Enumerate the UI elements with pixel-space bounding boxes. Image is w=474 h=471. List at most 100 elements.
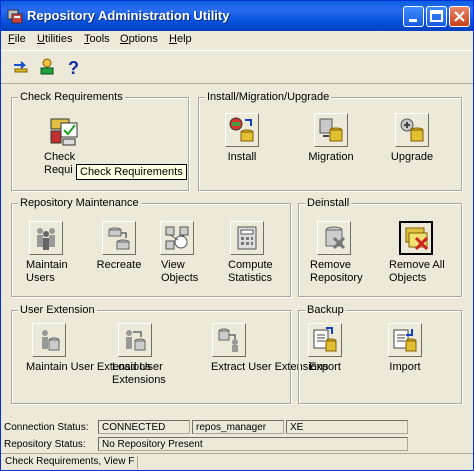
import-icon (393, 329, 417, 352)
maintain-user-extensions-label: Maintain User Extensions (26, 361, 151, 373)
menu-tools[interactable]: Tools (84, 33, 110, 45)
remove-all-objects-icon (405, 227, 429, 251)
group-check-label: Check Requirements (18, 91, 125, 103)
import-button[interactable]: Import (370, 323, 440, 374)
status-divider (137, 456, 138, 469)
app-icon (7, 9, 23, 24)
extract-user-extensions-icon-box (212, 323, 246, 357)
migration-label: Migration (308, 151, 354, 163)
menu-options[interactable]: Options (120, 33, 158, 45)
user-icon[interactable] (37, 57, 57, 77)
recreate-icon (108, 227, 130, 250)
import-icon-box (388, 323, 422, 357)
maintain-users-button[interactable]: Maintain Users (11, 221, 81, 285)
extract-user-extensions-icon (218, 328, 238, 352)
menu-file-rest: ile (14, 33, 26, 45)
group-backup: Backup Export Import (298, 304, 462, 404)
install-icon-box (225, 113, 259, 147)
remove-all-objects-button[interactable]: Remove All Objects (381, 221, 451, 285)
maximize-button[interactable] (426, 6, 447, 27)
compute-statistics-label: Compute Statistics (228, 259, 273, 284)
menu-tools-rest: ools (89, 33, 110, 45)
compute-statistics-button[interactable]: Compute Statistics (212, 221, 282, 285)
migration-button[interactable]: Migration (296, 113, 366, 164)
group-deinstall-label: Deinstall (305, 197, 352, 209)
menu-file[interactable]: File (8, 33, 26, 45)
view-objects-icon-box (160, 221, 194, 255)
title-bar[interactable]: Repository Administration Utility (1, 1, 473, 31)
upgrade-button[interactable]: Upgrade (377, 113, 447, 164)
maintain-user-extensions-icon-box (32, 323, 66, 357)
connection-status-label: Connection Status: (4, 422, 89, 433)
install-icon (229, 117, 254, 142)
upgrade-label: Upgrade (390, 151, 434, 163)
connect-icon[interactable] (11, 57, 31, 77)
load-user-extensions-icon (126, 330, 146, 351)
repository-status-value: No Repository Present (98, 437, 408, 451)
maintain-users-label: Maintain Users (26, 259, 68, 284)
menu-file-accel: F (8, 33, 15, 45)
menu-help[interactable]: Help (169, 33, 192, 45)
install-button[interactable]: Install (207, 113, 277, 164)
group-extension-label: User Extension (18, 304, 97, 316)
check-requirements-icon (50, 118, 78, 146)
app-window: Repository Administration Utility File U… (0, 0, 474, 471)
check-label-line2: Requi (44, 164, 73, 176)
remove-repository-label: Remove Repository (310, 259, 363, 284)
maintain-user-extensions-button[interactable]: Maintain User Extensions (14, 323, 151, 374)
menu-utilities[interactable]: Utilities (37, 33, 72, 45)
export-icon (313, 327, 337, 352)
menu-utilities-accel: U (37, 33, 45, 45)
tooltip: Check Requirements (76, 164, 187, 180)
export-label: Export (309, 361, 341, 373)
check-label-line1: Check (44, 151, 76, 163)
group-maintenance-label: Repository Maintenance (18, 197, 141, 209)
minimize-icon (409, 19, 417, 22)
help-icon[interactable]: ? (63, 57, 83, 77)
toolbar: ? (1, 50, 473, 84)
connection-db-value: XE (286, 420, 408, 434)
migration-icon-box (314, 113, 348, 147)
group-maintenance: Repository Maintenance Maintain Users Re… (11, 197, 291, 297)
repository-status-label: Repository Status: (4, 439, 86, 450)
window-title: Repository Administration Utility (27, 8, 230, 23)
compute-statistics-icon-box (230, 221, 264, 255)
status-message: Check Requirements, View F (5, 456, 135, 467)
export-button[interactable]: Export (290, 323, 360, 374)
menu-utilities-rest: tilities (44, 33, 73, 45)
close-button[interactable] (449, 6, 470, 27)
extract-user-extensions-label: Extract User Extensions (211, 361, 329, 373)
group-install: Install/Migration/Upgrade Install Migrat… (198, 91, 462, 191)
load-user-extensions-button[interactable]: Load User Extensions (100, 323, 170, 387)
remove-all-objects-icon-box (399, 221, 433, 255)
remove-repository-icon-box (317, 221, 351, 255)
migration-icon (319, 118, 343, 142)
import-label: Import (389, 361, 421, 373)
remove-repository-button[interactable]: Remove Repository (299, 221, 369, 285)
group-deinstall: Deinstall Remove Repository Remove All O… (298, 197, 462, 297)
maintain-users-icon-box (29, 221, 63, 255)
menu-help-rest: elp (176, 33, 192, 45)
menu-bar: File Utilities Tools Options Help (1, 31, 473, 49)
connection-user-value: repos_manager (192, 420, 284, 434)
menu-options-accel: O (120, 33, 129, 45)
group-backup-label: Backup (305, 304, 346, 316)
maintain-users-icon (37, 228, 55, 250)
remove-repository-icon (325, 226, 346, 250)
upgrade-icon (400, 118, 424, 142)
maximize-icon (430, 10, 443, 22)
menu-options-rest: ptions (128, 33, 158, 45)
install-label: Install (227, 151, 257, 163)
upgrade-icon-box (395, 113, 429, 147)
group-install-label: Install/Migration/Upgrade (205, 91, 332, 103)
extract-user-extensions-button[interactable]: Extract User Extensions (194, 323, 329, 374)
group-user-extension: User Extension Maintain User Extensions (11, 304, 329, 404)
minimize-button[interactable] (403, 6, 424, 27)
status-bar: Check Requirements, View F (1, 453, 473, 471)
view-objects-label: View Objects (161, 259, 199, 284)
repository-status-row: Repository Status: No Repository Present (4, 437, 470, 452)
view-objects-button[interactable]: View Objects (142, 221, 212, 285)
calculator-icon (237, 226, 257, 250)
maintain-user-extensions-icon (42, 330, 60, 351)
view-objects-icon (165, 226, 189, 250)
